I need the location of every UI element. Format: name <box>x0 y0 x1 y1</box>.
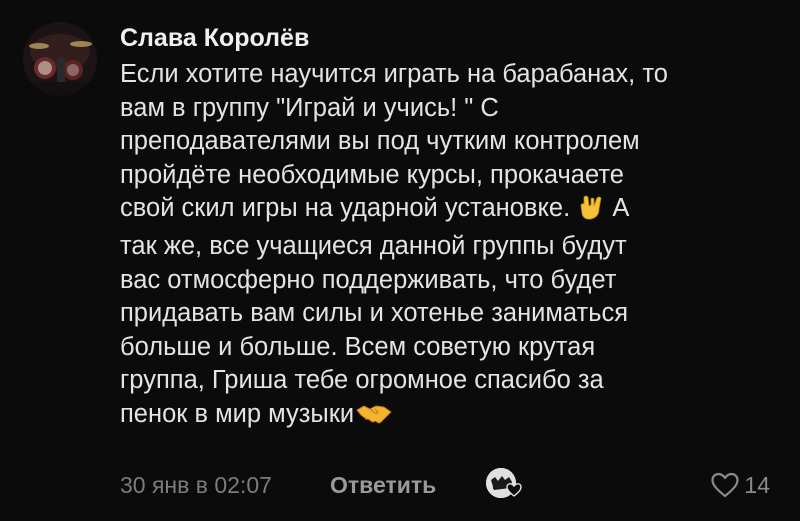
comment-line: преподавателями вы под чутким контролем <box>120 127 640 156</box>
comment-line: Если хотите научится играть на барабанах… <box>120 60 668 88</box>
comment-line-text: А <box>605 194 630 223</box>
comment-timestamp: 30 янв в 02:07 <box>120 472 272 498</box>
comment-line-text: пенок в мир музыки <box>120 399 355 428</box>
comment-line: пройдёте необходимые курсы, прокачаете <box>120 160 624 189</box>
like-count: 14 <box>744 471 770 498</box>
comment-line: больше и больше. Всем советую крутая <box>120 332 596 361</box>
comment-line: так же, все учащиеся данной группы будут <box>120 231 627 260</box>
comment-line: придавать вам силы и хотенье заниматься <box>120 299 629 328</box>
handshake-emoji <box>356 402 392 436</box>
comment-line-text: свой скил игры на ударной установке. <box>120 194 578 223</box>
comment-text: Если хотите научится играть на барабанах… <box>120 58 780 436</box>
comment-line: группа, Гриша тебе огромное спасибо за <box>120 366 604 395</box>
like-button[interactable]: 14 <box>710 470 770 500</box>
author-liked-heart-icon <box>506 483 522 497</box>
rock-on-hand-emoji <box>579 194 603 230</box>
reply-button[interactable]: Ответить <box>330 472 436 499</box>
comment-line: вас отмосферно поддерживать, что будет <box>120 265 617 294</box>
comment-line: пенок в мир музыки <box>120 398 780 436</box>
heart-outline-icon <box>711 472 740 498</box>
comment-line: вам в группу "Играй и учись! " С <box>120 93 499 122</box>
comment-line: свой скил игры на ударной установке. А <box>120 192 780 230</box>
author-avatar[interactable] <box>23 22 97 96</box>
comment-footer: 30 янв в 02:07 Ответить 14 <box>120 468 780 502</box>
author-name[interactable]: Слава Королёв <box>120 24 309 53</box>
comment: Слава Королёв Если хотите научится играт… <box>0 0 800 521</box>
author-liked-badge <box>486 468 522 500</box>
